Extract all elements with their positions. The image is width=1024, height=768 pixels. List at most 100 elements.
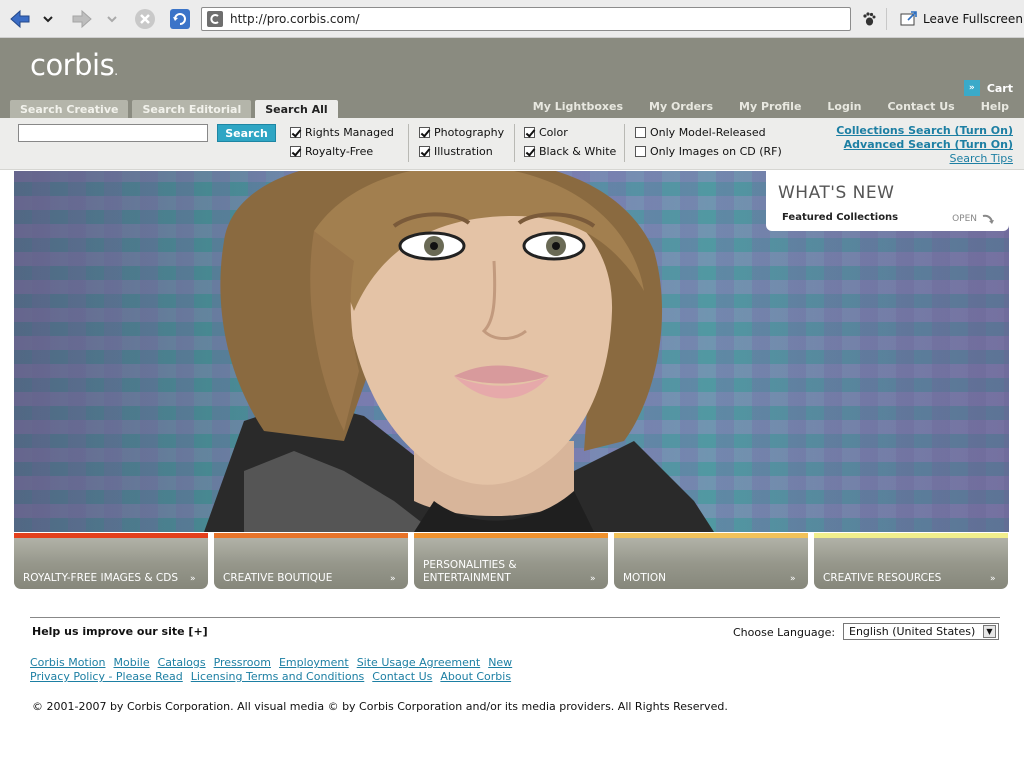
category-tile-royalty-free[interactable]: Royalty-Free Images & CDs » xyxy=(14,533,208,589)
leave-fullscreen-label: Leave Fullscreen xyxy=(923,12,1023,26)
checkbox-box[interactable] xyxy=(635,146,646,157)
checkbox-box[interactable] xyxy=(635,127,646,138)
category-tile-personalities[interactable]: Personalities & Entertainment » xyxy=(414,533,608,589)
back-history-dropdown[interactable] xyxy=(40,6,56,32)
search-strip: Search Rights Managed Royalty-Free Photo… xyxy=(0,118,1024,170)
checkbox-box[interactable] xyxy=(290,146,301,157)
tile-label: Creative Boutique xyxy=(223,572,333,584)
improve-site-link[interactable]: Help us improve our site [+] xyxy=(32,625,208,638)
link-corbis-motion[interactable]: Corbis Motion xyxy=(30,656,106,669)
footer-links-row-1: Corbis Motion Mobile Catalogs Pressroom … xyxy=(30,656,512,669)
footer-links-row-2: Privacy Policy - Please Read Licensing T… xyxy=(30,670,511,683)
tab-search-editorial[interactable]: Search Editorial xyxy=(132,100,252,118)
site-header: corbis. » Cart Search Creative Search Ed… xyxy=(0,38,1024,119)
link-contact-us[interactable]: Contact Us xyxy=(372,670,432,683)
nav-contact-us[interactable]: Contact Us xyxy=(887,100,954,113)
whats-new-open-button[interactable]: OPEN xyxy=(952,213,995,225)
checkbox-box[interactable] xyxy=(419,127,430,138)
reload-icon xyxy=(170,9,190,29)
checkbox-illustration[interactable]: Illustration xyxy=(419,145,493,158)
link-privacy-policy[interactable]: Privacy Policy - Please Read xyxy=(30,670,183,683)
search-input[interactable] xyxy=(18,124,208,142)
dropdown-arrow-icon: ▼ xyxy=(983,625,996,638)
whats-new-panel[interactable]: WHAT'S NEW Featured Collections OPEN xyxy=(766,171,1009,231)
category-tile-motion[interactable]: Motion » xyxy=(614,533,808,589)
forward-arrow-icon xyxy=(72,9,92,29)
language-select[interactable]: English (United States) ▼ xyxy=(843,623,999,640)
checkbox-label: Photography xyxy=(434,126,505,139)
whats-new-title: WHAT'S NEW xyxy=(778,183,895,203)
link-pressroom[interactable]: Pressroom xyxy=(214,656,271,669)
stop-icon xyxy=(135,9,155,29)
link-mobile[interactable]: Mobile xyxy=(114,656,150,669)
reload-button[interactable] xyxy=(168,6,192,32)
curved-arrow-icon xyxy=(982,214,994,224)
stop-button[interactable] xyxy=(133,6,157,32)
link-employment[interactable]: Employment xyxy=(279,656,349,669)
leave-fullscreen-icon xyxy=(900,11,917,26)
browser-toolbar: http://pro.corbis.com/ Leave Fullscreen xyxy=(0,0,1024,38)
site-favicon xyxy=(207,11,223,27)
logo-text: corbis xyxy=(30,48,115,82)
extension-button[interactable] xyxy=(859,6,879,32)
tile-arrow-icon: » xyxy=(390,574,396,584)
link-licensing-terms[interactable]: Licensing Terms and Conditions xyxy=(191,670,365,683)
checkbox-color[interactable]: Color xyxy=(524,126,568,139)
corbis-logo[interactable]: corbis. xyxy=(30,48,118,82)
checkbox-box[interactable] xyxy=(524,146,535,157)
search-button[interactable]: Search xyxy=(217,124,276,142)
back-button[interactable] xyxy=(8,6,32,32)
checkbox-label: Only Images on CD (RF) xyxy=(650,145,782,158)
search-tips-link[interactable]: Search Tips xyxy=(836,152,1013,166)
checkbox-label: Black & White xyxy=(539,145,617,158)
link-about-corbis[interactable]: About Corbis xyxy=(440,670,511,683)
forward-history-dropdown[interactable] xyxy=(104,6,120,32)
link-catalogs[interactable]: Catalogs xyxy=(158,656,206,669)
hero-banner[interactable]: WHAT'S NEW Featured Collections OPEN xyxy=(14,171,1009,532)
checkbox-box[interactable] xyxy=(419,146,430,157)
filter-divider xyxy=(624,124,625,162)
checkbox-label: Rights Managed xyxy=(305,126,394,139)
advanced-search-link[interactable]: Advanced Search (Turn On) xyxy=(836,138,1013,152)
nav-my-lightboxes[interactable]: My Lightboxes xyxy=(533,100,623,113)
tab-search-creative[interactable]: Search Creative xyxy=(10,100,129,118)
tile-color-bar xyxy=(414,533,608,538)
language-value: English (United States) xyxy=(849,625,976,638)
nav-my-orders[interactable]: My Orders xyxy=(649,100,713,113)
chevron-down-icon xyxy=(43,16,53,23)
nav-login[interactable]: Login xyxy=(827,100,861,113)
tile-label: Creative Resources xyxy=(823,572,942,584)
toolbar-separator xyxy=(886,8,887,30)
search-tabs: Search Creative Search Editorial Search … xyxy=(10,100,338,119)
checkbox-images-on-cd[interactable]: Only Images on CD (RF) xyxy=(635,145,782,158)
nav-my-profile[interactable]: My Profile xyxy=(739,100,801,113)
checkbox-black-white[interactable]: Black & White xyxy=(524,145,616,158)
url-bar[interactable]: http://pro.corbis.com/ xyxy=(201,7,851,31)
checkbox-box[interactable] xyxy=(290,127,301,138)
nav-help[interactable]: Help xyxy=(981,100,1009,113)
leave-fullscreen-button[interactable]: Leave Fullscreen xyxy=(900,9,1023,29)
top-nav: My Lightboxes My Orders My Profile Login… xyxy=(533,100,1009,113)
back-arrow-icon xyxy=(10,9,30,29)
checkbox-box[interactable] xyxy=(524,127,535,138)
expand-toggle[interactable]: [+] xyxy=(188,625,207,638)
checkbox-model-released[interactable]: Only Model-Released xyxy=(635,126,766,139)
checkbox-royalty-free[interactable]: Royalty-Free xyxy=(290,145,373,158)
category-tile-creative-resources[interactable]: Creative Resources » xyxy=(814,533,1008,589)
copyright-text: © 2001-2007 by Corbis Corporation. All v… xyxy=(32,700,728,713)
logo-dot-icon: . xyxy=(114,64,118,78)
improve-site-label: Help us improve our site xyxy=(32,625,185,638)
category-tile-creative-boutique[interactable]: Creative Boutique » xyxy=(214,533,408,589)
forward-button[interactable] xyxy=(70,6,94,32)
collections-search-link[interactable]: Collections Search (Turn On) xyxy=(836,124,1013,138)
tab-search-all[interactable]: Search All xyxy=(255,100,338,119)
filter-divider xyxy=(514,124,515,162)
link-new[interactable]: New xyxy=(488,656,512,669)
tile-arrow-icon: » xyxy=(990,574,996,584)
cart-link[interactable]: » Cart xyxy=(963,80,1013,96)
checkbox-photography[interactable]: Photography xyxy=(419,126,504,139)
checkbox-rights-managed[interactable]: Rights Managed xyxy=(290,126,394,139)
link-site-usage-agreement[interactable]: Site Usage Agreement xyxy=(357,656,480,669)
tile-color-bar xyxy=(614,533,808,538)
favicon-c-icon xyxy=(210,14,219,24)
